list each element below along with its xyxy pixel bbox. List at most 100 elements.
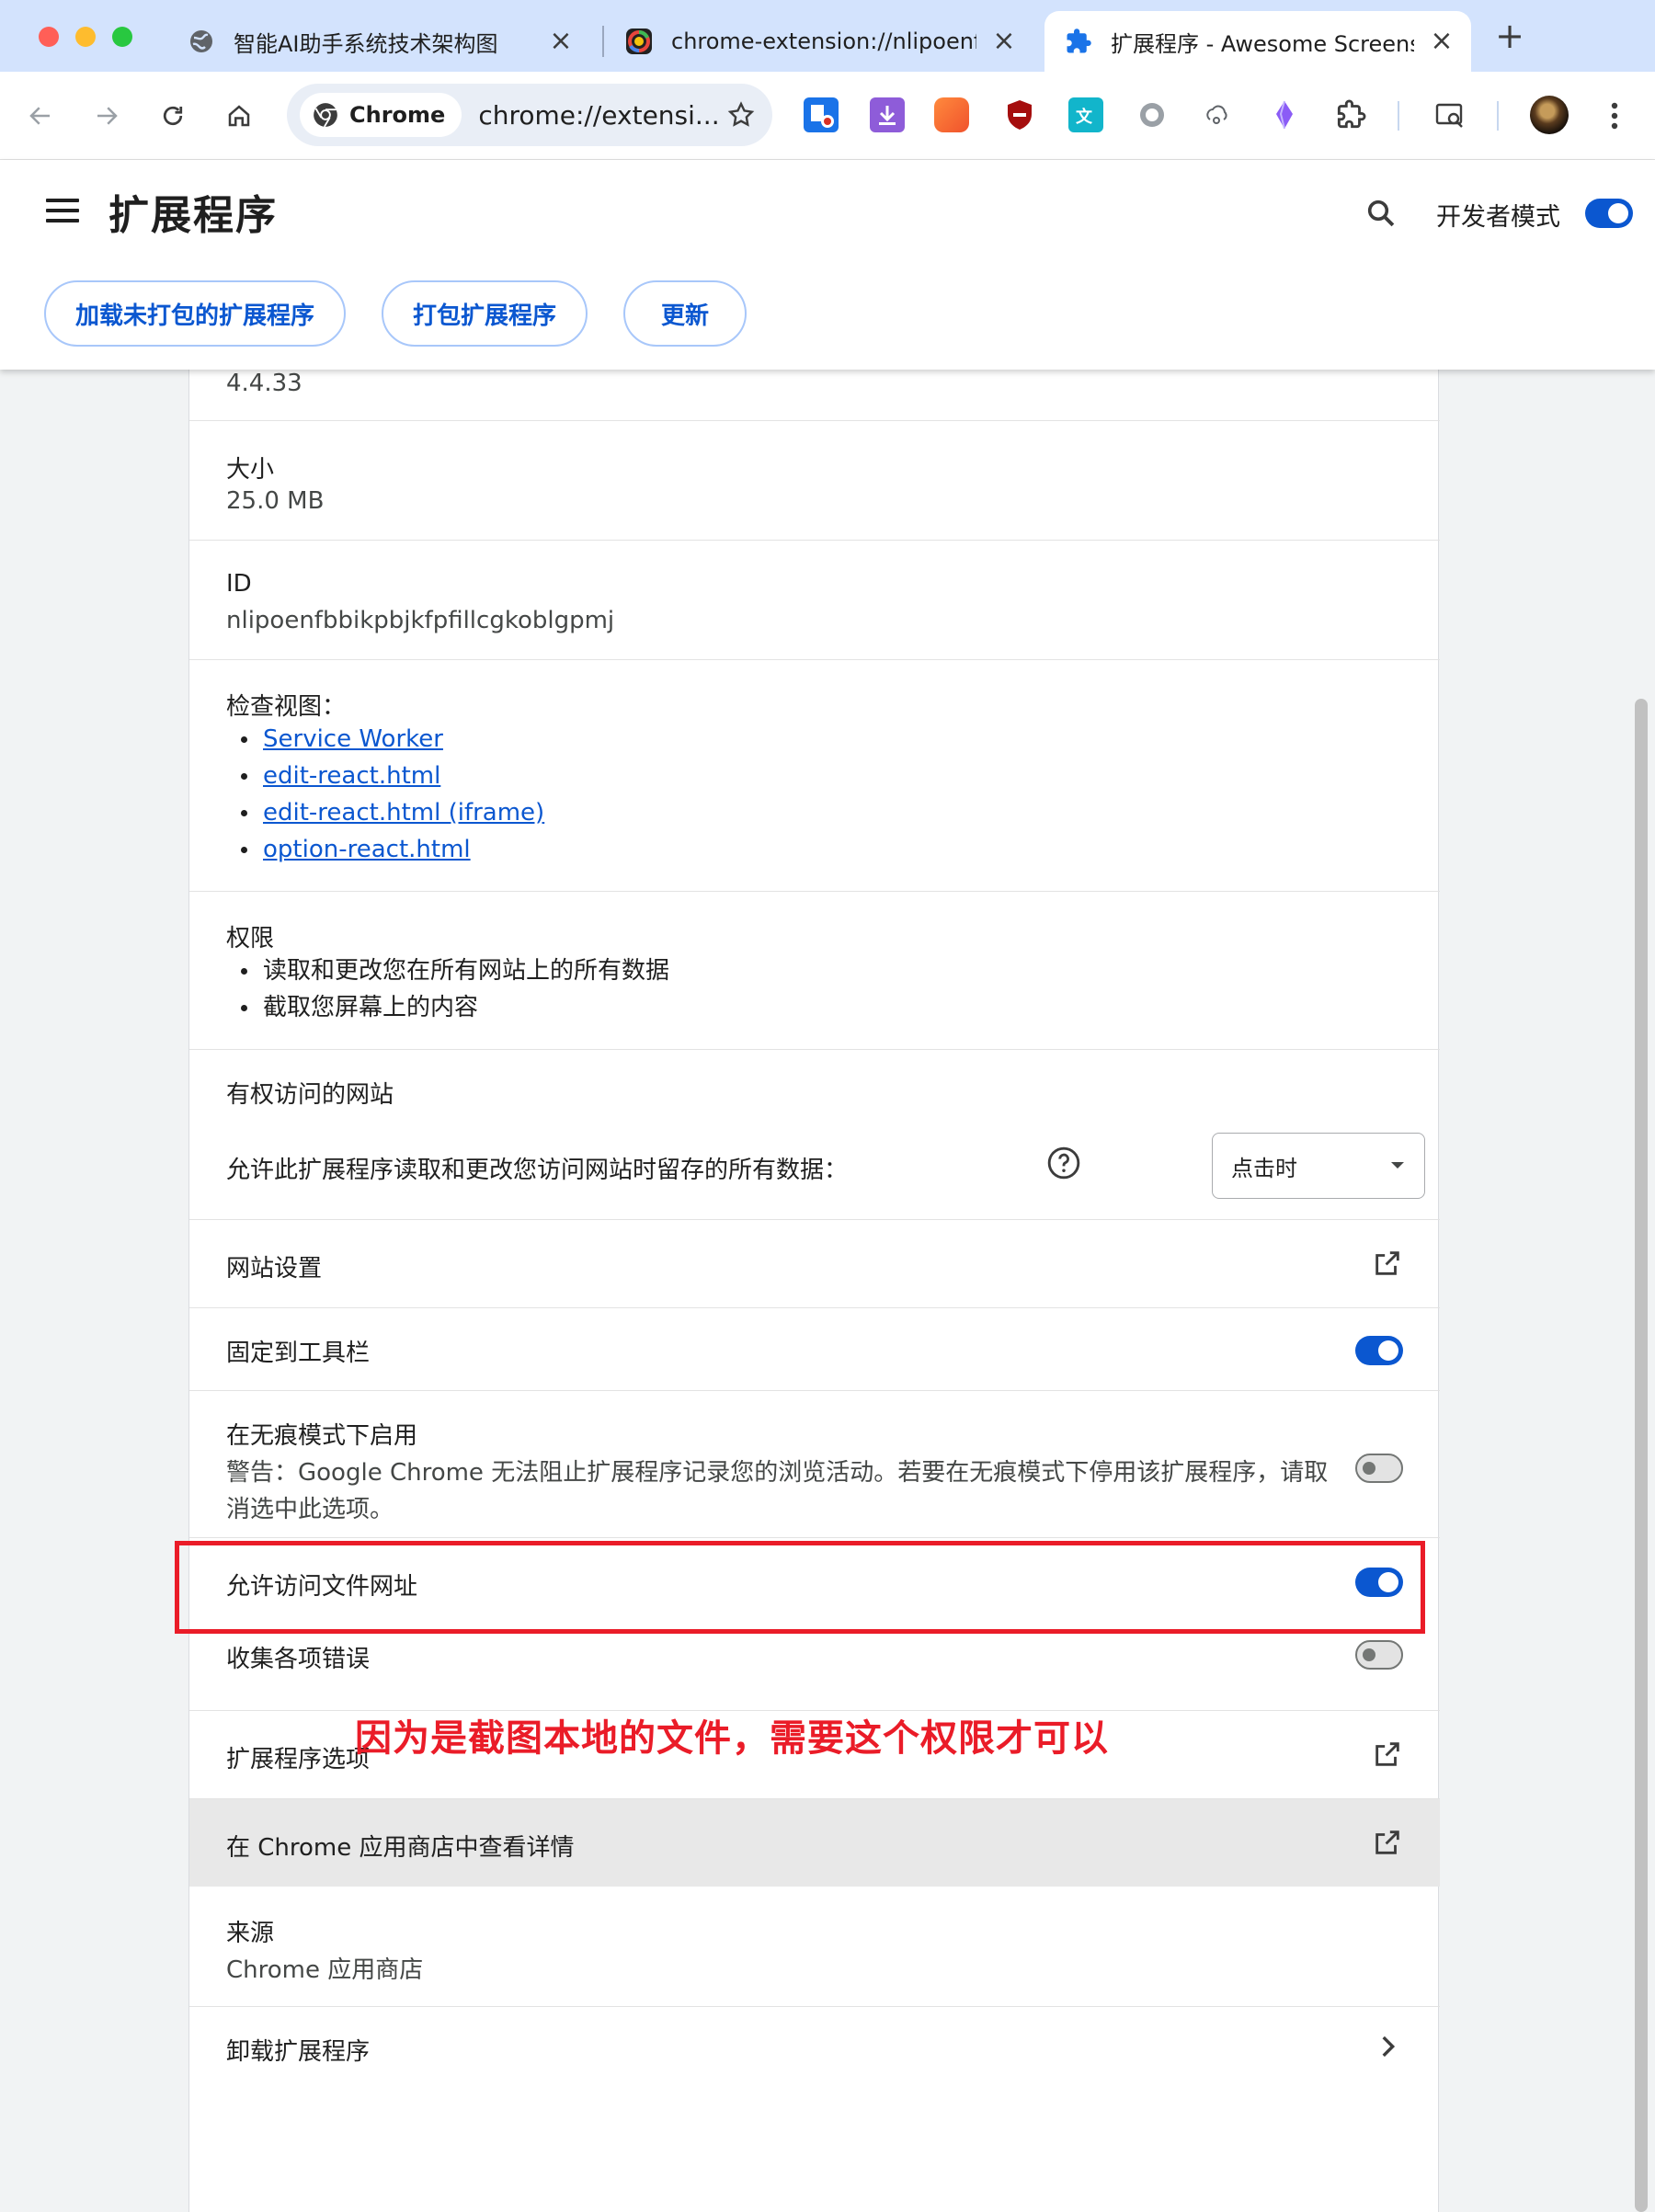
search-icon[interactable] xyxy=(1364,197,1398,230)
list-item: 读取和更改您在所有网站上的所有数据 xyxy=(226,952,669,989)
profile-avatar[interactable] xyxy=(1530,96,1569,134)
site-settings-row[interactable]: 网站设置 xyxy=(189,1219,1440,1307)
site-access-select[interactable]: 点击时 xyxy=(1212,1133,1425,1199)
site-access-row: 有权访问的网站 允许此扩展程序读取和更改您访问网站时留存的所有数据： 点击时 xyxy=(189,1049,1440,1219)
developer-mode-toggle[interactable] xyxy=(1585,199,1633,228)
download-extension-icon[interactable] xyxy=(870,97,905,132)
size-row: 大小 25.0 MB xyxy=(189,420,1440,540)
new-tab-button[interactable]: + xyxy=(1491,18,1528,55)
chip-label: Chrome xyxy=(349,102,446,128)
chrome-menu-button[interactable] xyxy=(1594,96,1635,136)
id-row: ID nlipoenfbbikpbjkfpfillcgkoblgpmj xyxy=(189,540,1440,659)
tab-1[interactable]: 智能AI助手系统技术架构图 × xyxy=(167,11,590,72)
shield-extension-icon[interactable] xyxy=(1002,97,1037,132)
collect-errors-label: 收集各项错误 xyxy=(226,1646,371,1673)
incognito-warning-line-1: 警告：Google Chrome 无法阻止扩展程序记录您的浏览活动。若要在无痕模… xyxy=(226,1459,1329,1487)
cloud-extension-icon[interactable] xyxy=(1201,97,1236,132)
open-in-new-icon[interactable] xyxy=(1372,1248,1403,1279)
url-text[interactable]: chrome://extensi... xyxy=(478,100,719,131)
globe-icon xyxy=(188,28,215,55)
bookmark-star-icon[interactable] xyxy=(726,100,756,130)
allow-file-urls-toggle[interactable] xyxy=(1355,1568,1403,1597)
incognito-toggle[interactable] xyxy=(1355,1454,1403,1483)
view-in-store-row[interactable]: 在 Chrome 应用商店中查看详情 xyxy=(189,1798,1440,1887)
site-access-selected-value: 点击时 xyxy=(1231,1155,1297,1181)
remove-extension-label: 卸载扩展程序 xyxy=(226,2038,371,2066)
open-in-new-icon[interactable] xyxy=(1372,1827,1403,1858)
site-access-label: 有权访问的网站 xyxy=(226,1081,394,1109)
list-item: Service Worker xyxy=(226,721,544,758)
hamburger-menu-icon[interactable] xyxy=(46,199,79,226)
inspect-views-row: 检查视图： Service Worker edit-react.html edi… xyxy=(189,659,1440,891)
pin-to-toolbar-row: 固定到工具栏 xyxy=(189,1307,1440,1390)
puzzle-icon xyxy=(1065,28,1092,55)
incognito-warning-line-2: 消选中此选项。 xyxy=(226,1496,394,1523)
home-button[interactable] xyxy=(219,96,259,136)
reload-icon xyxy=(163,106,183,126)
extensions-header: 扩展程序 开发者模式 加载未打包的扩展程序 打包扩展程序 更新 xyxy=(0,160,1655,370)
toolbar-separator xyxy=(1497,101,1499,131)
minimize-window-button[interactable] xyxy=(75,27,96,47)
tab-separator xyxy=(602,26,604,57)
pin-to-toolbar-toggle[interactable] xyxy=(1355,1336,1403,1365)
site-access-description: 允许此扩展程序读取和更改您访问网站时留存的所有数据： xyxy=(226,1157,849,1184)
page-scrollbar[interactable] xyxy=(1635,699,1648,2212)
toolbar-separator xyxy=(1398,101,1399,131)
remove-extension-row[interactable]: 卸载扩展程序 xyxy=(189,2006,1440,2094)
reader-extension-icon[interactable] xyxy=(934,97,969,132)
id-value: nlipoenfbbikpbjkfpfillcgkoblgpmj xyxy=(226,607,615,634)
list-item: edit-react.html (iframe) xyxy=(226,794,544,831)
back-arrow-icon xyxy=(29,107,50,125)
permissions-label: 权限 xyxy=(226,925,275,952)
close-window-button[interactable] xyxy=(39,27,59,47)
translate-extension-icon[interactable]: 文 xyxy=(1068,97,1103,132)
inspect-views-label: 检查视图： xyxy=(226,693,347,721)
reload-button[interactable] xyxy=(153,96,193,136)
tab-strip: 智能AI助手系统技术架构图 × chrome-extension://nlipo… xyxy=(0,0,1655,72)
back-button[interactable] xyxy=(20,96,61,136)
pin-to-toolbar-label: 固定到工具栏 xyxy=(226,1340,371,1367)
circle-extension-icon[interactable] xyxy=(1135,97,1170,132)
address-bar[interactable]: Chrome chrome://extensi... xyxy=(287,84,772,146)
close-tab-icon[interactable]: × xyxy=(1429,28,1455,55)
list-item: option-react.html xyxy=(226,831,544,868)
inspect-view-link[interactable]: option-react.html xyxy=(263,836,471,863)
inspect-view-link[interactable]: edit-react.html (iframe) xyxy=(263,799,544,827)
inspect-view-link[interactable]: edit-react.html xyxy=(263,762,440,790)
extension-detail-card: 4.4.33 大小 25.0 MB ID nlipoenfbbikpbjkfpf… xyxy=(188,370,1440,2212)
list-item: edit-react.html xyxy=(226,758,544,794)
zoom-window-button[interactable] xyxy=(112,27,132,47)
help-icon[interactable] xyxy=(1046,1146,1081,1180)
tab-search-icon[interactable] xyxy=(1432,97,1467,132)
allow-file-urls-label: 允许访问文件网址 xyxy=(226,1573,418,1601)
home-icon xyxy=(228,105,250,127)
list-item: 截取您屏幕上的内容 xyxy=(226,989,669,1026)
inspect-views-list: Service Worker edit-react.html edit-reac… xyxy=(226,721,544,868)
close-tab-icon[interactable]: × xyxy=(548,28,574,55)
tab-2[interactable]: chrome-extension://nlipoenfb × xyxy=(605,11,1033,72)
chevron-right-icon[interactable] xyxy=(1372,2031,1403,2062)
collect-errors-row: 收集各项错误 xyxy=(189,1620,1440,1710)
tab-3-active[interactable]: 扩展程序 - Awesome Screensh × xyxy=(1044,11,1471,72)
load-unpacked-button[interactable]: 加载未打包的扩展程序 xyxy=(44,280,346,347)
page-title: 扩展程序 xyxy=(108,192,278,239)
extensions-puzzle-icon[interactable] xyxy=(1333,97,1368,132)
collect-errors-toggle[interactable] xyxy=(1355,1640,1403,1670)
view-in-store-label: 在 Chrome 应用商店中查看详情 xyxy=(226,1834,575,1862)
crystal-extension-icon[interactable] xyxy=(1267,97,1302,132)
incognito-row: 在无痕模式下启用 警告：Google Chrome 无法阻止扩展程序记录您的浏览… xyxy=(189,1390,1440,1537)
kebab-menu-icon xyxy=(1611,102,1618,130)
screen-recorder-extension-icon[interactable] xyxy=(804,97,839,132)
forward-button[interactable] xyxy=(86,96,127,136)
content-area: 4.4.33 大小 25.0 MB ID nlipoenfbbikpbjkfpf… xyxy=(0,370,1655,2212)
size-value: 25.0 MB xyxy=(226,487,325,515)
close-tab-icon[interactable]: × xyxy=(991,28,1017,55)
open-in-new-icon[interactable] xyxy=(1372,1739,1403,1770)
developer-mode-label: 开发者模式 xyxy=(1436,203,1560,232)
update-button[interactable]: 更新 xyxy=(623,280,747,347)
permissions-list: 读取和更改您在所有网站上的所有数据 截取您屏幕上的内容 xyxy=(226,952,669,1026)
inspect-view-link[interactable]: Service Worker xyxy=(263,725,443,753)
source-value: Chrome 应用商店 xyxy=(226,1956,424,1984)
site-info-chip[interactable]: Chrome xyxy=(300,93,462,137)
pack-extension-button[interactable]: 打包扩展程序 xyxy=(382,280,588,347)
